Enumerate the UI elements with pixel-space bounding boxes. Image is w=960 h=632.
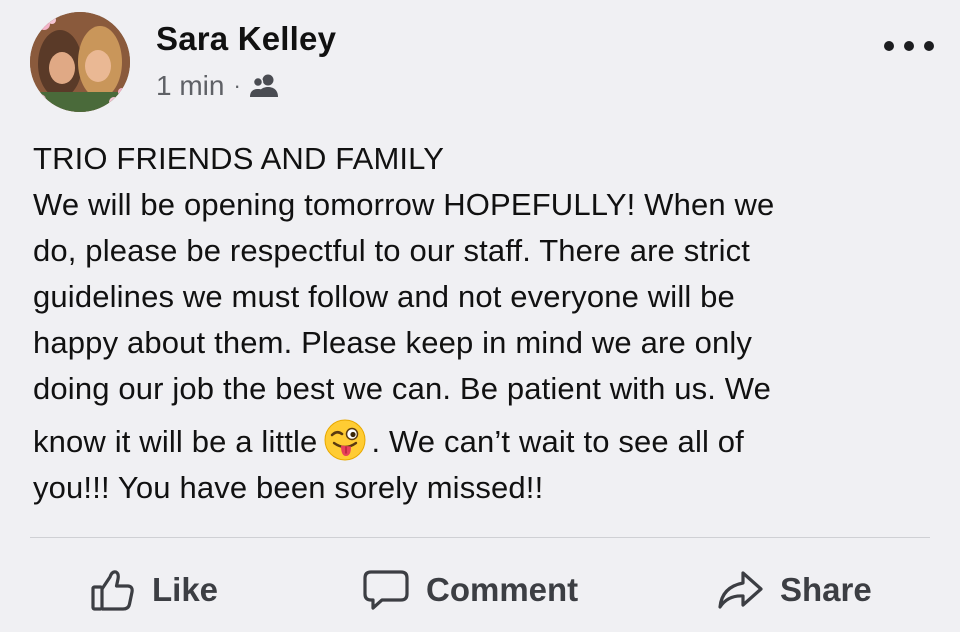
friends-icon[interactable] (249, 72, 281, 100)
share-arrow-icon (718, 571, 763, 609)
post-text-fragment: know it will be a little (33, 424, 318, 459)
comment-label: Comment (426, 571, 579, 608)
avatar[interactable] (30, 12, 130, 112)
post-time[interactable]: 1 min (156, 70, 224, 102)
more-options-button[interactable] (884, 34, 934, 58)
avatar-photo (30, 12, 130, 112)
author-name[interactable]: Sara Kelley (156, 20, 336, 58)
post-text-line: happy about them. Please keep in mind we… (33, 325, 753, 360)
post-text-line: do, please be respectful to our staff. T… (33, 233, 751, 268)
like-label: Like (152, 571, 219, 608)
more-dot-icon (924, 41, 934, 51)
comment-button[interactable]: Comment (362, 562, 578, 618)
share-button[interactable]: Share (716, 562, 872, 618)
post-text-line: TRIO FRIENDS AND FAMILY (33, 141, 445, 176)
post-text-fragment: . We can’t wait to see all of (371, 424, 744, 459)
post-meta: 1 min · (156, 70, 281, 102)
post-text-line: you!!! You have been sorely missed!! (33, 470, 544, 505)
post-text-line: doing our job the best we can. Be patien… (33, 371, 772, 406)
like-button[interactable]: Like (90, 562, 218, 618)
comment-bubble-icon (363, 570, 409, 610)
more-dot-icon (904, 41, 914, 51)
post-card: Sara Kelley 1 min · TRIO FRIENDS AND FAM… (0, 0, 960, 632)
winking-face-with-tongue-emoji-icon (323, 418, 367, 462)
actions-divider (30, 537, 930, 538)
post-text-line: know it will be a little . We can’t wait… (33, 418, 928, 465)
more-dot-icon (884, 41, 894, 51)
post-text-line: We will be opening tomorrow HOPEFULLY! W… (33, 187, 775, 222)
meta-separator: · (233, 73, 241, 98)
post-text-line: guidelines we must follow and not everyo… (33, 279, 735, 314)
thumbs-up-icon (91, 570, 134, 611)
share-label: Share (780, 571, 872, 608)
post-body: TRIO FRIENDS AND FAMILY We will be openi… (33, 136, 928, 511)
